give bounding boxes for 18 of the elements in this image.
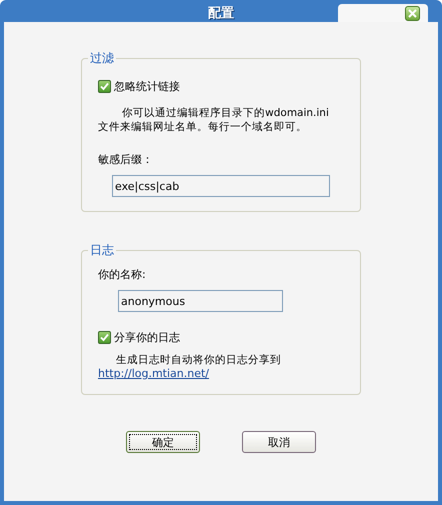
- log-link[interactable]: http://log.mtian.net/: [98, 367, 210, 380]
- dialog-button[interactable]: 确定: [126, 431, 200, 453]
- close-button[interactable]: [405, 6, 420, 20]
- name-field[interactable]: anonymous: [118, 290, 283, 312]
- field-label: 敏感后缀：: [98, 152, 153, 167]
- group-title: 日志: [89, 242, 115, 259]
- dialog-button[interactable]: 取消: [242, 431, 316, 453]
- hint-text: 你可以通过编辑程序目录下的wdomain.ini文件来编辑网址名单。每行一个域名即可。: [98, 106, 330, 134]
- checkmark-icon: [100, 333, 109, 342]
- checkbox[interactable]: 忽略统计链接: [98, 79, 180, 94]
- window-title: 配置: [208, 5, 234, 22]
- checkmark-icon: [100, 82, 109, 91]
- field-label: 你的名称:: [98, 267, 146, 282]
- suffix-field[interactable]: exe|css|cab: [112, 175, 330, 197]
- hint-text: 生成日志时自动将你的日志分享到: [114, 353, 282, 367]
- close-icon: [408, 8, 417, 18]
- checkbox[interactable]: 分享你的日志: [98, 330, 180, 345]
- group-title: 过滤: [89, 50, 115, 67]
